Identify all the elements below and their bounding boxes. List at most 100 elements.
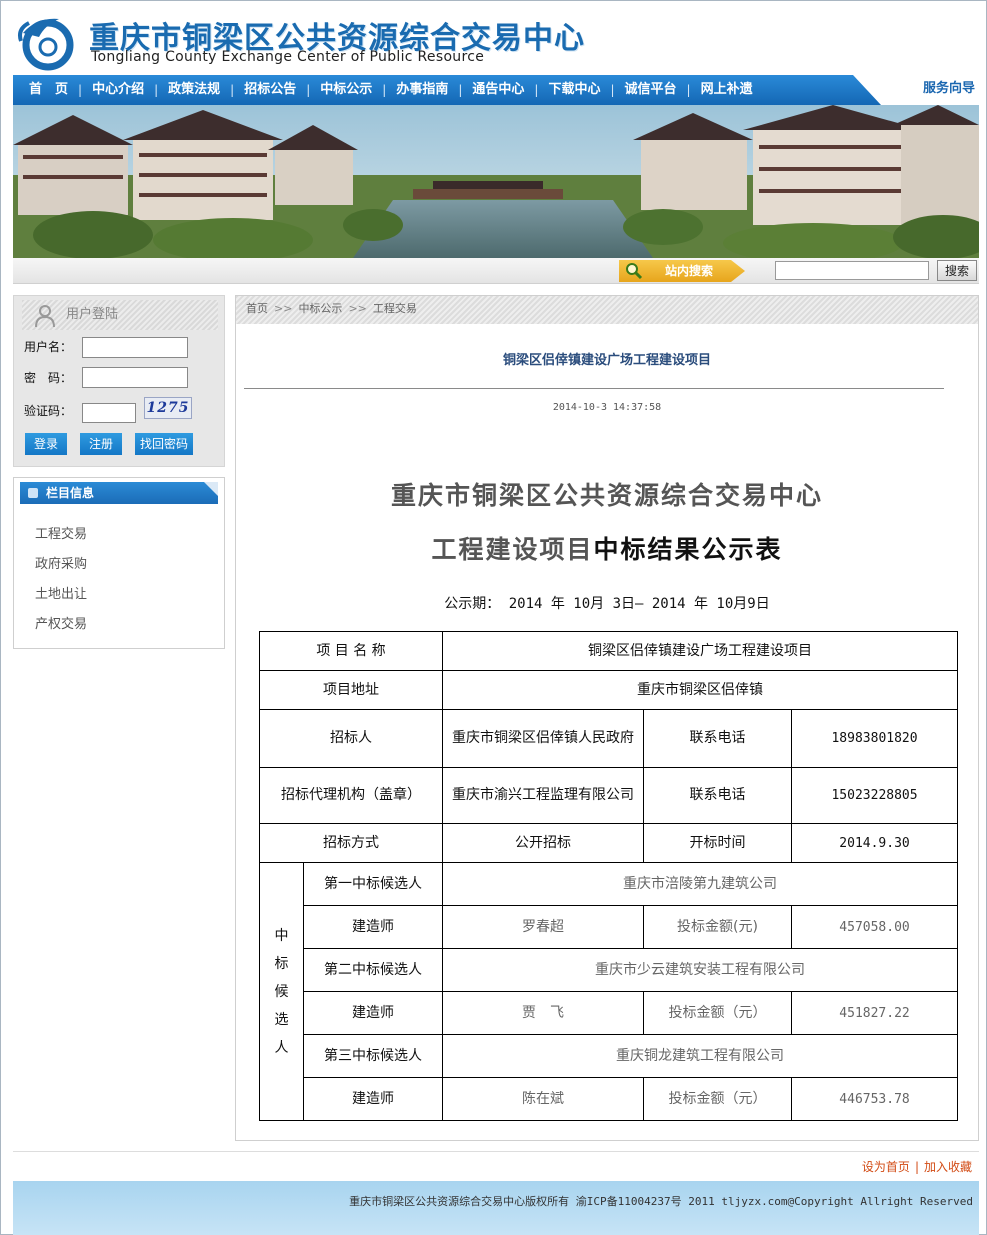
- nav-item-tender-notice[interactable]: 招标公告: [234, 75, 306, 105]
- agency-phone-value: 15023228805: [791, 767, 959, 824]
- recover-password-button[interactable]: 找回密码: [135, 433, 193, 455]
- column-item-engineering[interactable]: 工程交易: [35, 523, 87, 542]
- project-name-label: 项 目 名 称: [258, 631, 444, 671]
- main-nav: 首 页 | 中心介绍 | 政策法规 | 招标公告 | 中标公示 | 办事指南 | 通告中心 |…: [13, 75, 979, 105]
- nav-bar: 首 页 | 中心介绍 | 政策法规 | 招标公告 | 中标公示 | 办事指南 | 通告中心 |…: [13, 75, 881, 105]
- document-heading: 重庆市铜梁区公共资源综合交易中心: [390, 481, 823, 510]
- builder-name: 贾 飞: [442, 991, 645, 1035]
- agency-label: 招标代理机构（盖章）: [258, 767, 444, 824]
- table-row: 项目地址 重庆市铜梁区侣倖镇: [258, 670, 959, 710]
- bid-amount-value: 457058.00: [791, 905, 959, 949]
- nav-item-credit[interactable]: 诚信平台: [615, 75, 687, 105]
- builder-label: 建造师: [302, 991, 444, 1035]
- table-row: 项 目 名 称 铜梁区侣倖镇建设广场工程建设项目: [258, 631, 959, 671]
- captcha-label: 验证码：: [24, 404, 73, 418]
- column-info-title: 栏目信息: [46, 486, 95, 500]
- column-info-panel: 栏目信息 工程交易 政府采购 土地出让 产权交易: [13, 477, 225, 649]
- add-favorite-link[interactable]: 加入收藏: [924, 1160, 972, 1174]
- copyright-text: 重庆市铜梁区公共资源综合交易中心版权所有 渝ICP备11004237号 2011…: [349, 1195, 973, 1208]
- logo-icon: [18, 18, 74, 71]
- table-row: 建造师 罗春超 投标金额(元) 457058.00: [260, 905, 959, 949]
- column-info-header: 栏目信息: [20, 482, 218, 504]
- corner-fold-icon: [204, 482, 218, 496]
- username-label: 用户名：: [24, 340, 73, 354]
- set-home-link[interactable]: 设为首页: [862, 1160, 910, 1174]
- page-frame: 重庆市铜梁区公共资源综合交易中心 Tongliang County Exchan…: [0, 0, 987, 1235]
- agency-phone-label: 联系电话: [643, 767, 793, 824]
- address-value: 重庆市铜梁区侣倖镇: [442, 670, 959, 710]
- site-subtitle: Tongliang County Exchange Center of Publ…: [91, 49, 485, 65]
- table-row: 招标方式 公开招标 开标时间 2014.9.30: [258, 823, 959, 863]
- nav-item-policy[interactable]: 政策法规: [158, 75, 230, 105]
- method-label: 招标方式: [258, 823, 444, 863]
- breadcrumb-engineering[interactable]: 工程交易: [373, 302, 417, 315]
- open-time-label: 开标时间: [643, 823, 793, 863]
- breadcrumb-home[interactable]: 首页: [246, 302, 268, 315]
- username-field[interactable]: [82, 337, 188, 358]
- article-title: 铜梁区侣倖镇建设广场工程建设项目: [502, 353, 711, 368]
- footer: 重庆市铜梁区公共资源综合交易中心版权所有 渝ICP备11004237号 2011…: [13, 1181, 979, 1235]
- captcha-image[interactable]: 1275: [144, 397, 192, 419]
- site-search-tag: 站内搜索: [619, 260, 745, 282]
- announcement-period: 公示期： 2014 年 10月 3日— 2014 年 10月9日: [444, 596, 770, 612]
- banner-image: [13, 105, 979, 258]
- breadcrumb: 首页 >> 中标公示 >> 工程交易: [236, 296, 978, 324]
- candidate-company: 重庆市涪陵第九建筑公司: [442, 862, 959, 906]
- tenderer-phone-label: 联系电话: [643, 709, 793, 768]
- builder-label: 建造师: [302, 1077, 444, 1121]
- login-button[interactable]: 登录: [25, 433, 67, 455]
- candidate-company: 重庆铜龙建筑工程有限公司: [442, 1034, 959, 1078]
- candidate-rank-label: 第二中标候选人: [302, 948, 444, 992]
- user-icon: [35, 305, 55, 328]
- article-date: 2014-10-3 14:37:58: [552, 402, 662, 413]
- search-button[interactable]: 搜索: [937, 260, 977, 281]
- site-header: 重庆市铜梁区公共资源综合交易中心 Tongliang County Exchan…: [13, 5, 979, 75]
- bid-amount-value: 451827.22: [791, 991, 959, 1035]
- open-time-value: 2014.9.30: [791, 823, 959, 863]
- banner-scene: [13, 105, 979, 258]
- candidate-rank-label: 第三中标候选人: [302, 1034, 444, 1078]
- table-row: 中 标 候 选 人 第一中标候选人 重庆市涪陵第九建筑公司: [259, 862, 959, 1121]
- service-guide-link[interactable]: 服务向导: [923, 75, 975, 103]
- login-panel: 用户登陆 用户名： 密 码： 验证码： 1275 登录 注册 找回密码: [13, 295, 225, 467]
- address-label: 项目地址: [258, 670, 444, 710]
- site-search-label: 站内搜索: [665, 264, 714, 278]
- breadcrumb-award[interactable]: 中标公示: [298, 302, 342, 315]
- method-value: 公开招标: [442, 823, 645, 863]
- bid-amount-label: 投标金额（元）: [643, 991, 793, 1035]
- nav-item-downloads[interactable]: 下载中心: [538, 75, 610, 105]
- builder-name: 陈在斌: [442, 1077, 645, 1121]
- candidate-rank-label: 第一中标候选人: [302, 862, 444, 906]
- bullet-icon: [28, 488, 38, 498]
- footer-links: 设为首页 | 加入收藏: [861, 1160, 972, 1174]
- table-row: 第三中标候选人 重庆铜龙建筑工程有限公司: [260, 1034, 959, 1078]
- column-item-procurement[interactable]: 政府采购: [35, 553, 87, 572]
- register-button[interactable]: 注册: [80, 433, 122, 455]
- tenderer-value: 重庆市铜梁区侣倖镇人民政府: [442, 709, 645, 768]
- captcha-field[interactable]: [82, 403, 136, 423]
- candidate-company: 重庆市少云建筑安装工程有限公司: [442, 948, 959, 992]
- table-row: 第二中标候选人 重庆市少云建筑安装工程有限公司: [260, 948, 959, 992]
- login-panel-header: 用户登陆: [22, 300, 218, 330]
- magnifier-icon: [626, 263, 643, 280]
- tenderer-phone-value: 18983801820: [791, 709, 959, 768]
- breadcrumb-text: 首页 >> 中标公示 >> 工程交易: [246, 302, 417, 315]
- table-row: 招标人 重庆市铜梁区侣倖镇人民政府 联系电话 18983801820: [258, 709, 959, 768]
- password-field[interactable]: [82, 367, 188, 388]
- column-item-land[interactable]: 土地出让: [35, 583, 87, 602]
- bid-amount-value: 446753.78: [791, 1077, 959, 1121]
- search-input[interactable]: [775, 261, 929, 280]
- nav-item-addenda[interactable]: 网上补遗: [691, 75, 763, 105]
- table-row: 建造师 陈在斌 投标金额（元） 446753.78: [260, 1077, 959, 1121]
- project-name-value: 铜梁区侣倖镇建设广场工程建设项目: [442, 631, 959, 671]
- nav-item-home[interactable]: 首 页: [19, 75, 78, 105]
- divider: [244, 388, 944, 389]
- nav-item-announcements[interactable]: 通告中心: [462, 75, 534, 105]
- table-row: 建造师 贾 飞 投标金额（元） 451827.22: [260, 991, 959, 1035]
- nav-item-award-notice[interactable]: 中标公示: [310, 75, 382, 105]
- nav-item-about[interactable]: 中心介绍: [82, 75, 154, 105]
- tenderer-label: 招标人: [258, 709, 444, 768]
- column-item-property[interactable]: 产权交易: [35, 613, 87, 632]
- nav-item-guide[interactable]: 办事指南: [386, 75, 458, 105]
- award-result-table: 项 目 名 称 铜梁区侣倖镇建设广场工程建设项目 项目地址 重庆市铜梁区侣倖镇 …: [258, 631, 959, 1121]
